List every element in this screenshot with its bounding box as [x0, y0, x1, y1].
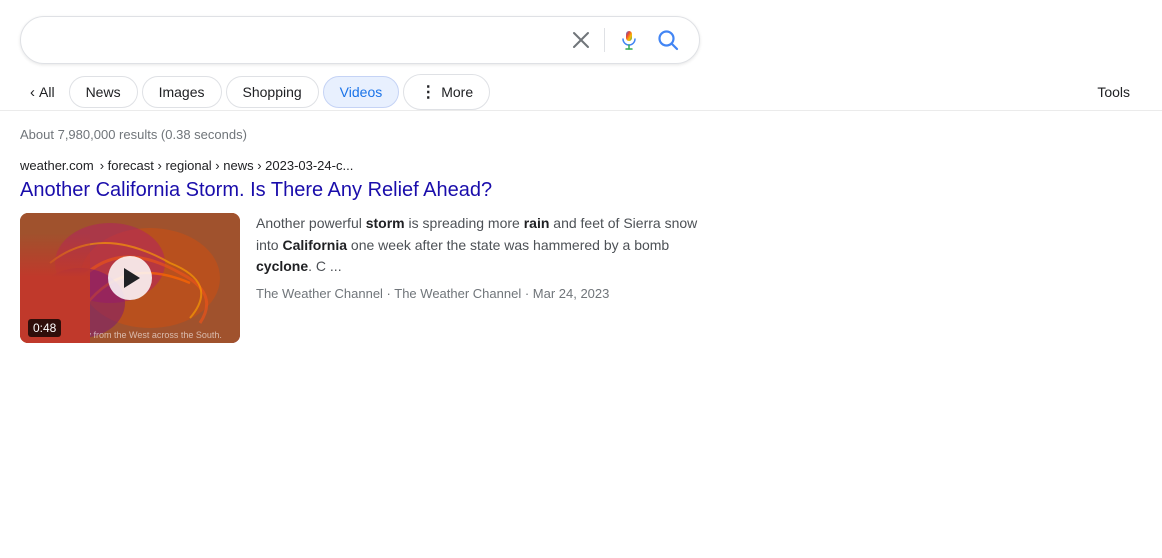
bold-rain: rain	[524, 215, 550, 231]
results-info: About 7,980,000 results (0.38 seconds)	[0, 111, 1162, 150]
tools-button[interactable]: Tools	[1085, 77, 1142, 107]
result-body: the way from the West across the South. …	[20, 213, 720, 343]
tab-shopping[interactable]: Shopping	[226, 76, 319, 108]
header: california storm ahead	[0, 0, 1162, 64]
back-arrow-icon: ‹	[30, 84, 35, 101]
video-thumbnail[interactable]: the way from the West across the South. …	[20, 213, 240, 343]
voice-search-button[interactable]	[615, 26, 643, 54]
bold-storm: storm	[366, 215, 405, 231]
clear-button[interactable]	[568, 27, 594, 53]
all-tab-label: All	[39, 84, 55, 100]
close-icon	[572, 31, 590, 49]
play-triangle-icon	[124, 268, 140, 288]
search-icon	[657, 29, 679, 51]
more-dots-icon: ⋮	[420, 82, 437, 102]
tab-videos[interactable]: Videos	[323, 76, 400, 108]
bold-cyclone: cyclone	[256, 258, 308, 274]
snippet-text: Another powerful storm is spreading more…	[256, 213, 720, 278]
search-icons	[568, 25, 683, 55]
play-button[interactable]	[108, 256, 152, 300]
result-snippet: Another powerful storm is spreading more…	[256, 213, 720, 301]
tab-news[interactable]: News	[69, 76, 138, 108]
tab-images[interactable]: Images	[142, 76, 222, 108]
result-domain: weather.com	[20, 158, 94, 173]
result-title[interactable]: Another California Storm. Is There Any R…	[20, 177, 720, 203]
back-button[interactable]: ‹ All	[20, 76, 65, 109]
result-item: weather.com › forecast › regional › news…	[0, 150, 740, 351]
microphone-icon	[619, 30, 639, 50]
result-breadcrumb: › forecast › regional › news › 2023-03-2…	[100, 158, 354, 173]
search-button[interactable]	[653, 25, 683, 55]
divider	[604, 28, 605, 52]
search-input[interactable]: california storm ahead	[37, 31, 558, 49]
search-bar: california storm ahead	[20, 16, 700, 64]
bold-california: California	[282, 237, 347, 253]
tab-more[interactable]: ⋮ More	[403, 74, 490, 110]
snippet-meta: The Weather Channel · The Weather Channe…	[256, 286, 720, 301]
result-source: weather.com › forecast › regional › news…	[20, 158, 720, 173]
video-duration: 0:48	[28, 319, 61, 337]
nav-tabs: ‹ All News Images Shopping Videos ⋮ More…	[0, 64, 1162, 111]
